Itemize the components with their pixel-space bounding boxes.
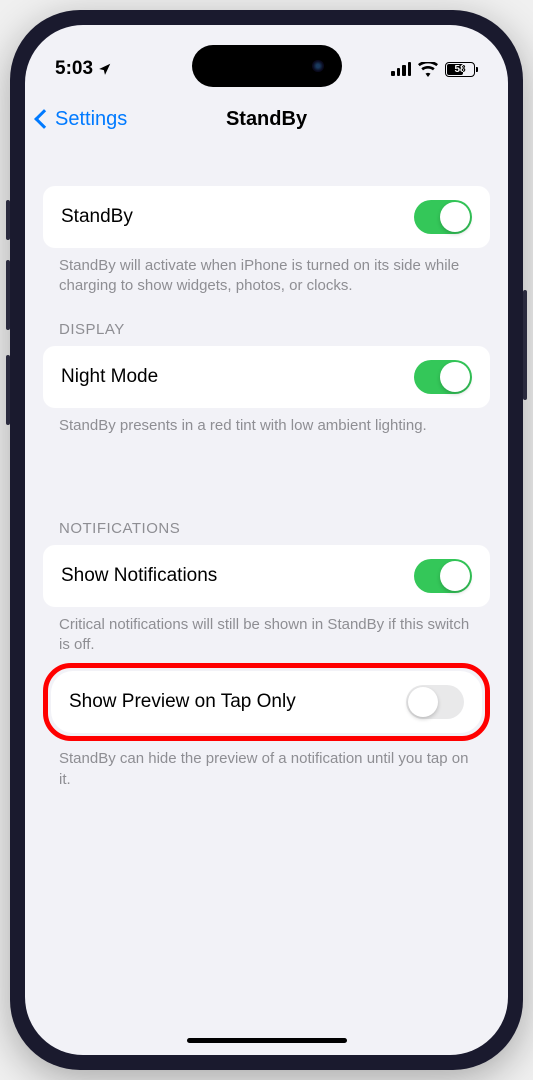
phone-frame: 5:03 58 Settings: [10, 10, 523, 1070]
camera-icon: [312, 60, 324, 72]
highlighted-annotation: Show Preview on Tap Only: [43, 663, 490, 741]
home-indicator[interactable]: [187, 1038, 347, 1043]
show-notifications-row: Show Notifications: [43, 545, 490, 607]
page-title: StandBy: [226, 108, 307, 131]
dynamic-island: [192, 45, 342, 87]
notifications-section-header: NOTIFICATIONS: [59, 520, 490, 537]
standby-label: StandBy: [61, 206, 133, 228]
show-preview-row: Show Preview on Tap Only: [51, 671, 482, 733]
night-mode-footer: StandBy presents in a red tint with low …: [43, 408, 490, 436]
show-preview-label: Show Preview on Tap Only: [69, 691, 296, 713]
night-mode-label: Night Mode: [61, 366, 158, 388]
status-time: 5:03: [55, 58, 93, 80]
standby-row: StandBy: [43, 186, 490, 248]
screen: 5:03 58 Settings: [25, 25, 508, 1055]
night-mode-toggle[interactable]: [414, 360, 472, 394]
show-notifications-footer: Critical notifications will still be sho…: [43, 607, 490, 656]
battery-icon: 58: [445, 62, 478, 77]
location-icon: [98, 62, 112, 76]
standby-footer: StandBy will activate when iPhone is tur…: [43, 248, 490, 297]
back-label: Settings: [55, 108, 127, 131]
night-mode-row: Night Mode: [43, 346, 490, 408]
back-button[interactable]: Settings: [37, 108, 127, 131]
show-notifications-toggle[interactable]: [414, 559, 472, 593]
battery-percent: 58: [454, 64, 465, 75]
standby-toggle[interactable]: [414, 200, 472, 234]
show-preview-footer: StandBy can hide the preview of a notifi…: [43, 741, 490, 790]
navigation-bar: Settings StandBy: [25, 95, 508, 143]
chevron-left-icon: [34, 109, 54, 129]
wifi-icon: [418, 62, 438, 77]
show-notifications-label: Show Notifications: [61, 565, 217, 587]
show-preview-toggle[interactable]: [406, 685, 464, 719]
display-section-header: DISPLAY: [59, 321, 490, 338]
cellular-signal-icon: [391, 62, 411, 76]
